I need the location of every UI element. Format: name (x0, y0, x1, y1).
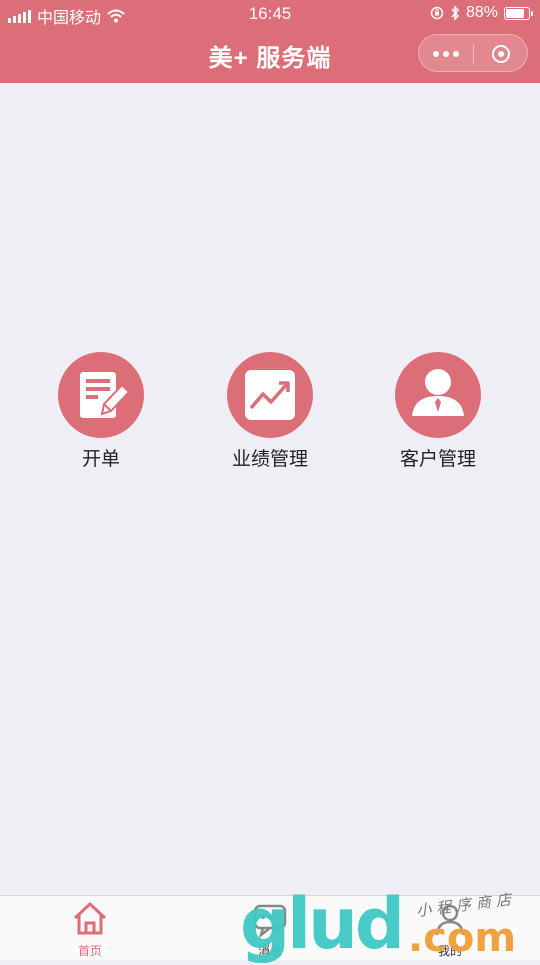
watermark-domain: .com (408, 915, 517, 961)
tab-label: 首页 (77, 944, 102, 958)
menu-item-customers[interactable]: 客户管理 (378, 352, 498, 471)
miniprogram-capsule (418, 34, 528, 72)
trend-chart-icon (227, 352, 313, 438)
menu-item-open-order[interactable]: 开单 (41, 352, 161, 471)
status-bar: 中国移动 16:45 88% (0, 0, 540, 28)
menu-label: 开单 (81, 449, 120, 470)
menu-label: 客户管理 (399, 449, 476, 470)
tab-home[interactable]: 首页 (45, 896, 135, 960)
watermark-logo: glud 小程序商店 .com (240, 888, 540, 960)
close-miniprogram-icon[interactable] (474, 35, 528, 73)
bluetooth-icon (451, 5, 459, 21)
navigation-bar: 中国移动 16:45 88% 美+ 服务端 (0, 0, 540, 83)
home-icon (73, 902, 107, 935)
status-right: 88% (430, 4, 533, 22)
menu-label: 业绩管理 (231, 449, 308, 470)
watermark-glud-text: glud (240, 883, 405, 965)
battery-icon (504, 6, 533, 20)
customer-person-icon (395, 352, 481, 438)
menu-item-performance[interactable]: 业绩管理 (210, 352, 330, 471)
order-form-icon (58, 352, 144, 438)
battery-percent: 88% (465, 4, 498, 21)
orientation-lock-icon (430, 6, 444, 20)
more-dots-icon[interactable] (419, 35, 473, 73)
function-menu: 开单 业绩管理 客户管理 (0, 352, 540, 482)
